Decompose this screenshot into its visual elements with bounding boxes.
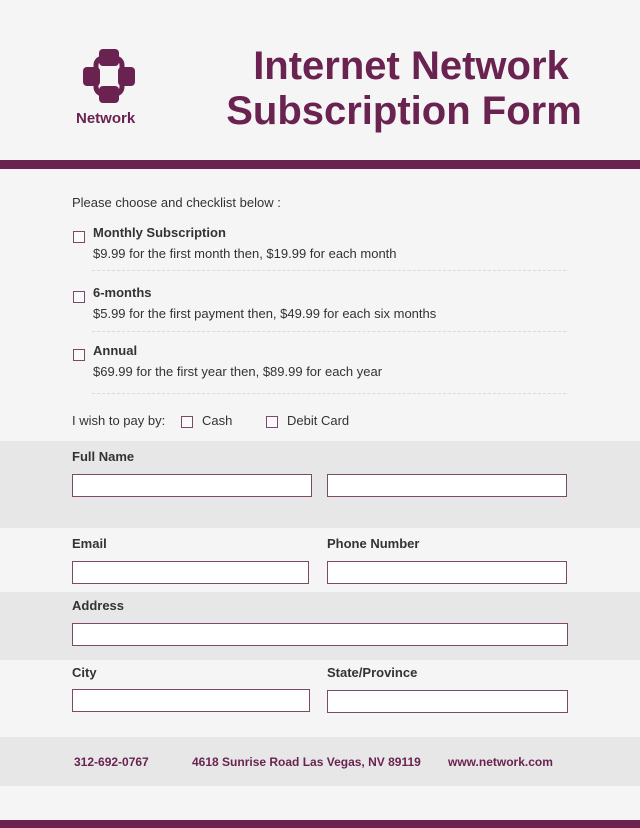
header: Network Internet Network Subscription Fo… bbox=[0, 0, 640, 160]
location-section: City State/Province bbox=[0, 660, 640, 737]
divider bbox=[92, 331, 566, 332]
footer: 312-692-0767 4618 Sunrise Road Las Vegas… bbox=[0, 737, 640, 786]
annual-checkbox[interactable] bbox=[73, 349, 85, 361]
footer-phone: 312-692-0767 bbox=[74, 755, 149, 769]
option-description: $69.99 for the first year then, $89.99 f… bbox=[93, 364, 383, 379]
contact-section: Email Phone Number bbox=[0, 528, 640, 592]
footer-website[interactable]: www.network.com bbox=[448, 755, 553, 769]
option-title: Annual bbox=[93, 343, 138, 358]
cash-checkbox[interactable] bbox=[181, 416, 193, 428]
full-name-label: Full Name bbox=[72, 449, 135, 464]
state-input[interactable] bbox=[327, 690, 568, 713]
title-line-2: Subscription Form bbox=[226, 89, 582, 133]
address-input[interactable] bbox=[72, 623, 568, 646]
option-description: $5.99 for the first payment then, $49.99… bbox=[93, 306, 437, 321]
brand-name: Network bbox=[76, 110, 136, 127]
option-description: $9.99 for the first month then, $19.99 f… bbox=[93, 246, 397, 261]
monthly-checkbox[interactable] bbox=[73, 231, 85, 243]
debit-card-label: Debit Card bbox=[287, 413, 350, 428]
full-name-section: Full Name bbox=[0, 441, 640, 528]
phone-input[interactable] bbox=[327, 561, 567, 584]
subscription-intro: Please choose and checklist below : bbox=[72, 195, 281, 210]
footer-divider bbox=[0, 820, 640, 828]
address-label: Address bbox=[72, 598, 125, 613]
city-input[interactable] bbox=[72, 689, 310, 712]
header-divider bbox=[0, 160, 640, 169]
footer-address: 4618 Sunrise Road Las Vegas, NV 89119 bbox=[192, 755, 421, 769]
title-line-1: Internet Network bbox=[253, 44, 569, 88]
phone-label: Phone Number bbox=[327, 536, 420, 551]
email-label: Email bbox=[72, 536, 107, 551]
first-name-input[interactable] bbox=[72, 474, 312, 497]
logo: Network bbox=[72, 48, 146, 127]
page-title: Internet Network Subscription Form bbox=[224, 44, 584, 134]
city-label: City bbox=[72, 665, 97, 680]
network-nodes-icon bbox=[83, 49, 135, 103]
last-name-input[interactable] bbox=[327, 474, 567, 497]
state-label: State/Province bbox=[327, 665, 418, 680]
6-months-checkbox[interactable] bbox=[73, 291, 85, 303]
address-section: Address bbox=[0, 592, 640, 660]
divider bbox=[92, 270, 566, 271]
debit-card-checkbox[interactable] bbox=[266, 416, 278, 428]
option-title: Monthly Subscription bbox=[93, 225, 226, 240]
cash-label: Cash bbox=[202, 413, 233, 428]
divider bbox=[92, 393, 566, 394]
email-input[interactable] bbox=[72, 561, 309, 584]
option-title: 6-months bbox=[93, 285, 152, 300]
payment-label: I wish to pay by: bbox=[72, 413, 166, 428]
